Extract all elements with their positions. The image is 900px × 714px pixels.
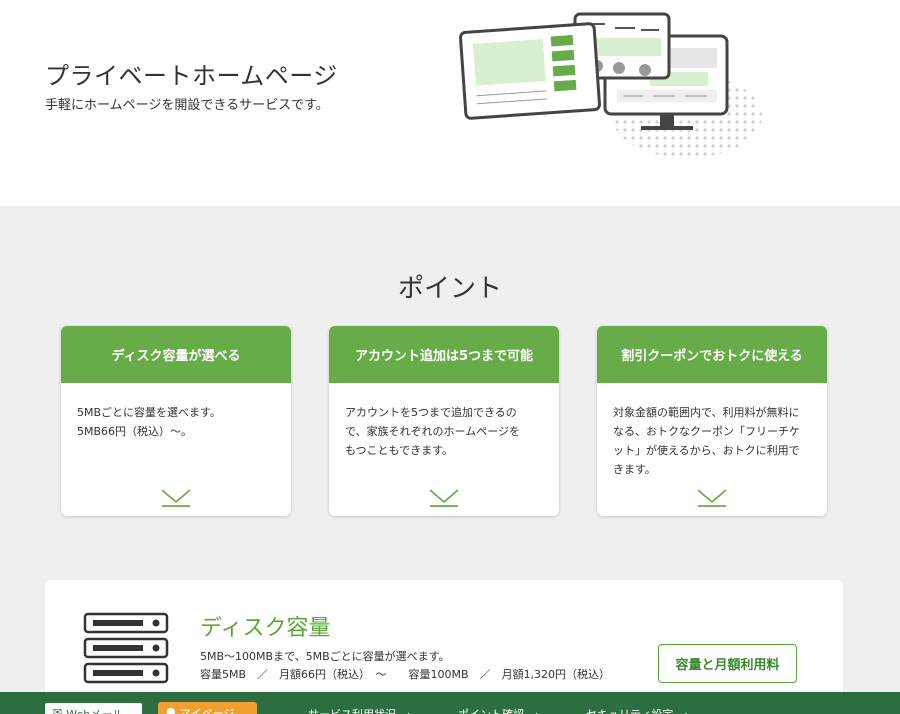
point-card-title: 割引クーポンでおトクに使える xyxy=(597,326,827,383)
webmail-label: Webメール xyxy=(66,706,123,714)
footer-link-usage[interactable]: サービス利用状況 › xyxy=(308,706,411,714)
point-card-disk[interactable]: ディスク容量が選べる 5MBごとに容量を選べます。 5MB66円（税込）～。 xyxy=(61,326,291,516)
disk-price-line: 容量5MB ／ 月額66円（税込） ～ 容量100MB ／ 月額1,320円（税… xyxy=(200,668,611,681)
chevron-down-icon[interactable] xyxy=(696,486,728,508)
point-card-body: アカウントを5つまで追加できるの で、家族それぞれのホームページを もつこともで… xyxy=(345,406,521,457)
disk-description: 5MB～100MBまで、5MBごとに容量が選べます。 容量5MB ／ 月額66円… xyxy=(200,648,610,684)
person-icon: ● xyxy=(166,705,176,714)
footer-link-security[interactable]: セキュリティ設定 › xyxy=(586,706,689,714)
capacity-price-button[interactable]: 容量と月額利用料 xyxy=(658,644,797,683)
point-card-account[interactable]: アカウント追加は5つまで可能 アカウントを5つまで追加できるの で、家族それぞれ… xyxy=(329,326,559,516)
webmail-button[interactable]: ✉ Webメール xyxy=(44,702,143,714)
footer-bar: ✉ Webメール ● マイページ サービス利用状況 › ポイント確認 › セキュ… xyxy=(0,692,900,714)
disk-title: ディスク容量 xyxy=(200,616,331,641)
server-icon xyxy=(83,612,169,684)
chevron-down-icon[interactable] xyxy=(428,486,460,508)
mypage-button[interactable]: ● マイページ xyxy=(158,702,257,714)
point-card-body: 5MBごとに容量を選べます。 5MB66円（税込）～。 xyxy=(77,406,221,438)
points-title: ポイント xyxy=(397,274,502,304)
mail-icon: ✉ xyxy=(53,706,63,714)
hero-section: プライベートホームページ 手軽にホームページを開設できるサービスです。 xyxy=(0,0,900,206)
mypage-label: マイページ xyxy=(179,707,235,714)
chevron-down-icon[interactable] xyxy=(160,486,192,508)
page-subtitle: 手軽にホームページを開設できるサービスです。 xyxy=(45,98,329,113)
point-card-body: 対象金額の範囲内で、利用料が無料に なる、おトクなクーポン「フリーチケ ット」が… xyxy=(613,406,800,476)
footer-link-points[interactable]: ポイント確認 › xyxy=(458,706,539,714)
point-card-coupon[interactable]: 割引クーポンでおトクに使える 対象金額の範囲内で、利用料が無料に なる、おトクな… xyxy=(597,326,827,516)
point-card-title: ディスク容量が選べる xyxy=(61,326,291,383)
point-card-title: アカウント追加は5つまで可能 xyxy=(329,326,559,383)
hero-illustration xyxy=(459,12,762,158)
disk-desc-line: 5MB～100MBまで、5MBごとに容量が選べます。 xyxy=(200,650,450,663)
page-title: プライベートホームページ xyxy=(45,62,338,90)
points-section: ポイント ディスク容量が選べる 5MBごとに容量を選べます。 5MB66円（税込… xyxy=(0,206,900,714)
